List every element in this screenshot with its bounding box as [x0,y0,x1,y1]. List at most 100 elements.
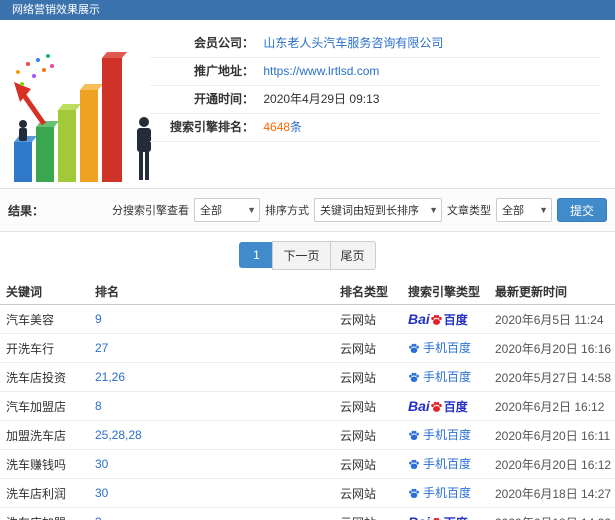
rank-type-cell: 云网站 [340,428,377,443]
paw-icon [409,459,419,469]
rank-link[interactable]: 30 [95,486,340,500]
type-select-value: 全部 [501,205,524,217]
promo-url-link[interactable]: https://www.lrtlsd.com [263,64,379,78]
engine-select-value: 全部 [199,205,222,217]
engine-type-cell: 手机百度 [408,455,495,473]
results-table: 关键词 排名 排名类型 搜索引擎类型 最新更新时间 汽车美容 9 云网站 Bai 百度 2… [0,278,615,520]
keyword-cell: 洗车店投资 [6,370,67,385]
engine-select[interactable]: 全部 ▼ [193,198,260,222]
table-row: 加盟洗车店 25,28,28 云网站 手机百度 2020年6月20日 16:11 [0,421,615,450]
baidu-logo: Bai百度 [408,311,468,327]
keyword-cell: 洗车店利润 [6,486,67,501]
type-select[interactable]: 全部 ▼ [495,198,552,222]
engine-type-cell: Bai百度 [408,514,495,520]
rank-type-cell: 云网站 [340,486,377,501]
rank-type-cell: 云网站 [340,457,377,472]
info-row-url: 推广地址： https://www.lrtlsd.com [150,58,601,86]
update-time-cell: 2020年6月5日 11:24 [495,312,604,327]
update-time-cell: 2020年6月20日 16:12 [495,457,612,472]
page-title: 网络营销效果展示 [12,4,100,16]
result-section-label: 结果： [8,203,45,218]
header-rank-type: 排名类型 [340,284,389,299]
table-row: 洗车店投资 21,26 云网站 手机百度 2020年5月27日 14:58 [0,363,615,392]
table-row: 洗车店加盟3云网站Bai百度 2020年6月18日 14:30 [0,508,615,520]
person-on-bar-icon [19,120,27,141]
growth-arrow-icon [14,82,47,126]
paw-icon [409,488,419,498]
update-time-cell: 2020年6月18日 14:27 [495,486,612,501]
page-next[interactable]: 下一页 [272,240,331,270]
paw-icon [431,517,442,520]
open-time-label: 开通时间： [193,92,254,106]
keyword-cell: 洗车赚钱吗 [6,457,67,472]
baidu-logo: Bai百度 [408,514,468,520]
company-label: 会员公司： [193,36,254,50]
bar-chart-illustration [14,52,151,182]
engine-type-cell: 手机百度 [408,368,495,386]
paw-icon [431,401,442,412]
header-rank: 排名 [95,284,120,299]
businessman-icon [137,117,151,180]
header-bar: 网络营销效果展示 [0,0,615,20]
page: 网络营销效果展示 会员公司： 山东老人头汽车服务咨询有限公司 推广地址： htt… [0,0,615,520]
info-row-rank-count: 搜索引擎排名： 4648条 [150,114,601,142]
sort-select[interactable]: 关键词由短到长排序 ▼ [313,198,442,222]
rank-type-cell: 云网站 [340,312,377,327]
table-body: 汽车美容 9 云网站 Bai 百度 2020年6月5日 11:24 开洗车行 27 云网站 手机百… [0,305,615,520]
pagination: 1 下一页 尾页 [0,232,615,278]
table-row: 汽车美容 9 云网站 Bai 百度 2020年6月5日 11:24 [0,305,615,334]
rank-link[interactable]: 25,28,28 [95,428,340,442]
update-time-cell: 2020年6月18日 14:30 [495,514,615,520]
bars [14,52,127,182]
engine-type-cell: Bai百度 [408,311,495,328]
sort-select-value: 关键词由短到长排序 [319,205,419,217]
engine-type-cell: 手机百度 [408,339,495,357]
rank-link[interactable]: 30 [95,457,340,471]
rank-count-value: 4648 [263,120,291,134]
rank-link[interactable]: 21,26 [95,370,340,384]
info-row-company: 会员公司： 山东老人头汽车服务咨询有限公司 [150,30,601,58]
rank-type-cell: 云网站 [340,514,408,520]
rank-type-cell: 云网站 [340,341,377,356]
paw-icon [409,343,419,353]
filters: 分搜索引擎查看 全部 ▼ 排序方式 关键词由短到长排序 ▼ 文章类型 全部 ▼ … [112,198,607,222]
rank-link[interactable]: 3 [95,515,340,520]
mobile-baidu-logo: 手机百度 [408,339,471,356]
update-time-cell: 2020年5月27日 14:58 [495,370,612,385]
top-section: 会员公司： 山东老人头汽车服务咨询有限公司 推广地址： https://www.… [0,20,615,188]
keyword-cell: 加盟洗车店 [6,428,67,443]
keyword-cell: 汽车加盟店 [6,399,67,414]
chevron-down-icon: ▼ [539,205,548,215]
promo-url-label: 推广地址： [193,64,254,78]
rank-link[interactable]: 9 [95,312,340,326]
engine-type-cell: Bai百度 [408,398,495,415]
paw-icon [431,314,442,325]
table-row: 洗车赚钱吗 30 云网站 手机百度 2020年6月20日 16:12 [0,450,615,479]
confetti-dots [16,54,54,86]
chevron-down-icon: ▼ [247,205,256,215]
keyword-cell: 洗车店加盟 [6,514,95,520]
rank-link[interactable]: 27 [95,341,340,355]
paw-icon [409,372,419,382]
rank-count-label: 搜索引擎排名： [169,120,254,134]
mobile-baidu-logo: 手机百度 [408,368,471,385]
page-last[interactable]: 尾页 [329,240,376,270]
keyword-cell: 汽车美容 [6,312,55,327]
submit-button[interactable]: 提交 [556,198,607,222]
rank-type-cell: 云网站 [340,399,377,414]
engine-filter-label: 分搜索引擎查看 [111,205,189,217]
paw-icon [409,430,419,440]
rank-type-cell: 云网站 [340,370,377,385]
header-engine-type: 搜索引擎类型 [408,284,481,299]
table-row: 开洗车行 27 云网站 手机百度 2020年6月20日 16:16 [0,334,615,363]
keyword-cell: 开洗车行 [6,341,55,356]
rank-link[interactable]: 8 [95,399,340,413]
company-link[interactable]: 山东老人头汽车服务咨询有限公司 [263,36,443,50]
sort-filter-label: 排序方式 [264,205,309,217]
page-current[interactable]: 1 [239,242,274,268]
mobile-baidu-logo: 手机百度 [408,484,471,501]
update-time-cell: 2020年6月20日 16:11 [495,428,611,443]
info-row-opened: 开通时间： 2020年4月29日 09:13 [150,86,601,114]
update-time-cell: 2020年6月20日 16:16 [495,341,612,356]
header-update-time: 最新更新时间 [495,284,568,299]
